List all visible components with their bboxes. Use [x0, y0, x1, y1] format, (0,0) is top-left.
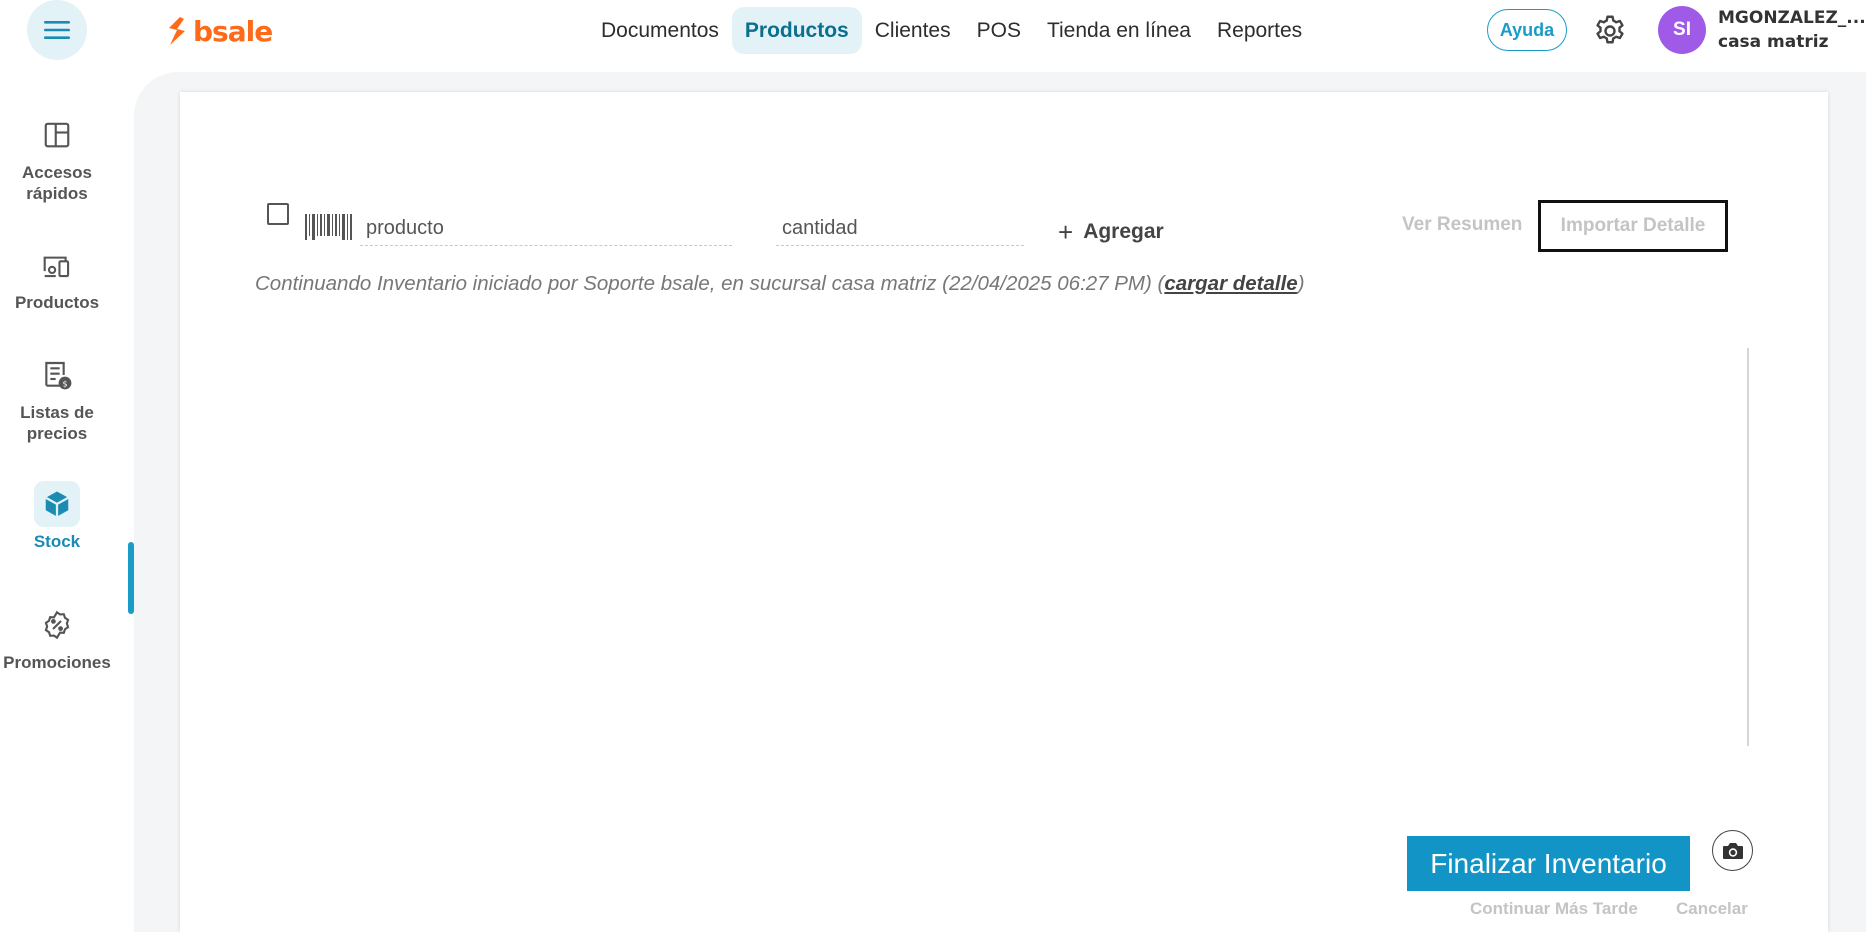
nav-tienda-en-linea[interactable]: Tienda en línea	[1034, 7, 1204, 54]
user-name[interactable]: MGONZALEZ_...	[1718, 8, 1866, 28]
select-checkbox[interactable]	[267, 203, 289, 225]
load-detail-link[interactable]: cargar detalle	[1164, 272, 1297, 295]
layout-icon	[44, 122, 70, 148]
view-summary-link[interactable]: Ver Resumen	[1402, 214, 1522, 236]
info-paren-close: )	[1297, 272, 1305, 295]
sidebar-icon-wrap	[34, 602, 80, 648]
cancel-link[interactable]: Cancelar	[1676, 899, 1748, 919]
finish-inventory-button[interactable]: Finalizar Inventario	[1407, 836, 1690, 891]
continue-later-link[interactable]: Continuar Más Tarde	[1470, 899, 1638, 919]
add-button-label: Agregar	[1083, 220, 1164, 243]
sidebar: Accesos rápidos Productos $ Listas de pr…	[0, 62, 134, 922]
camera-icon	[1722, 842, 1743, 859]
help-button[interactable]: Ayuda	[1487, 9, 1567, 51]
sidebar-item-productos[interactable]: Productos	[0, 242, 114, 313]
sidebar-icon-wrap	[34, 481, 80, 527]
sidebar-item-listas-de-precios[interactable]: $ Listas de precios	[0, 352, 114, 444]
avatar[interactable]: SI	[1658, 6, 1706, 54]
sidebar-icon-wrap	[34, 112, 80, 158]
sidebar-icon-wrap	[34, 242, 80, 288]
sidebar-item-label: Listas de precios	[20, 403, 94, 443]
quantity-input[interactable]	[776, 212, 1024, 246]
vertical-scrollbar[interactable]	[1747, 348, 1749, 746]
sidebar-item-stock[interactable]: Stock	[0, 481, 114, 552]
sidebar-item-label: Productos	[14, 293, 100, 312]
logo-text: bsale	[193, 14, 273, 48]
sidebar-item-label: Promociones	[3, 653, 111, 672]
inventory-info-text: Continuando Inventario iniciado por Sopo…	[255, 272, 1305, 296]
nav-pos[interactable]: POS	[964, 7, 1034, 54]
nav-productos[interactable]: Productos	[731, 7, 862, 54]
nav-clientes[interactable]: Clientes	[862, 7, 964, 54]
svg-text:$: $	[62, 379, 67, 388]
bsale-logo[interactable]: bsale	[166, 13, 273, 49]
product-input[interactable]	[360, 212, 732, 246]
nav-documentos[interactable]: Documentos	[588, 7, 732, 54]
devices-icon	[43, 256, 70, 278]
discount-badge-icon	[44, 610, 70, 640]
sidebar-item-label: Stock	[33, 532, 81, 551]
bsale-logo-mark-icon	[169, 17, 185, 45]
add-button[interactable]: + Agregar	[1058, 217, 1164, 247]
sidebar-item-label: Accesos rápidos	[22, 163, 92, 203]
price-list-icon: $	[45, 361, 72, 390]
hamburger-menu-button[interactable]	[27, 0, 87, 60]
settings-button[interactable]	[1592, 13, 1628, 49]
gear-icon	[1596, 15, 1624, 44]
hamburger-menu-icon	[44, 21, 70, 39]
nav-reportes[interactable]: Reportes	[1204, 7, 1315, 54]
user-branch[interactable]: casa matriz	[1718, 32, 1828, 52]
info-text: Continuando Inventario iniciado por Sopo…	[255, 272, 1158, 295]
sidebar-item-promociones[interactable]: Promociones	[0, 602, 114, 673]
sidebar-icon-wrap: $	[34, 352, 80, 398]
barcode-icon[interactable]	[304, 214, 352, 244]
plus-icon: +	[1058, 217, 1074, 247]
box-icon	[45, 491, 69, 517]
sidebar-item-accesos-rapidos[interactable]: Accesos rápidos	[0, 112, 114, 204]
camera-button[interactable]	[1712, 830, 1753, 871]
main-nav: Documentos Productos Clientes POS Tienda…	[588, 7, 1315, 54]
import-detail-button[interactable]: Importar Detalle	[1538, 200, 1728, 252]
top-bar: bsale Documentos Productos Clientes POS …	[0, 0, 1866, 62]
